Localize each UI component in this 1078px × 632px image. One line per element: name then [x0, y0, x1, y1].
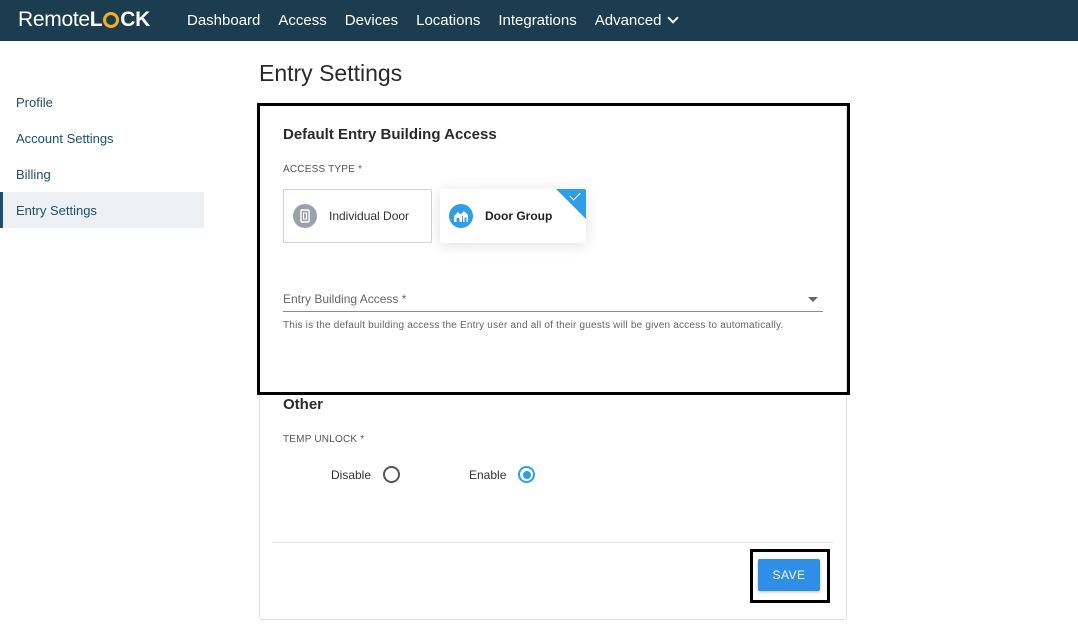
logo-text-remote: Remote	[18, 8, 90, 31]
save-button[interactable]: SAVE	[758, 559, 820, 591]
door-group-label: Door Group	[485, 209, 553, 223]
page-title: Entry Settings	[259, 60, 403, 86]
entry-building-access-select[interactable]: Entry Building Access *	[283, 290, 823, 312]
access-type-label: ACCESS TYPE *	[283, 164, 363, 175]
nav-locations[interactable]: Locations	[416, 12, 480, 29]
top-nav-bar: Remote L CK Dashboard Access Devices Loc…	[0, 0, 1078, 41]
enable-radio[interactable]	[518, 466, 536, 483]
main-nav: Dashboard Access Devices Locations Integ…	[187, 0, 695, 41]
logo-lock-ring-icon	[103, 12, 120, 28]
enable-radio-label: Enable	[469, 467, 507, 482]
door-icon	[293, 204, 317, 228]
temp-unlock-label: TEMP UNLOCK *	[283, 434, 365, 445]
card-footer-divider	[272, 542, 834, 543]
remotelock-logo[interactable]: Remote L CK	[18, 7, 150, 33]
settings-sidebar: Profile Account Settings Billing Entry S…	[0, 84, 204, 228]
radio-selected-dot	[522, 470, 531, 479]
sidebar-item-entry-settings[interactable]: Entry Settings	[0, 192, 204, 228]
nav-advanced-dropdown[interactable]: Advanced	[595, 11, 680, 29]
building-access-highlight-box	[257, 103, 850, 395]
disable-radio[interactable]	[383, 466, 401, 483]
building-access-helper-text: This is the default building access the …	[283, 320, 784, 331]
nav-access[interactable]: Access	[278, 12, 326, 29]
access-type-individual-door[interactable]: Individual Door	[283, 189, 432, 243]
nav-integrations[interactable]: Integrations	[498, 12, 576, 29]
temp-unlock-disable-option[interactable]: Disable	[331, 466, 401, 483]
dropdown-arrow-icon	[808, 297, 818, 302]
temp-unlock-enable-option[interactable]: Enable	[469, 466, 536, 483]
logo-text-lock: L CK	[89, 8, 151, 31]
building-access-title: Default Entry Building Access	[283, 126, 497, 143]
sidebar-item-billing[interactable]: Billing	[0, 156, 204, 192]
individual-door-label: Individual Door	[329, 209, 410, 223]
nav-dashboard[interactable]: Dashboard	[187, 12, 260, 29]
chevron-down-icon	[667, 11, 680, 24]
access-type-door-group[interactable]: Door Group	[440, 189, 586, 243]
sidebar-item-account-settings[interactable]: Account Settings	[0, 120, 204, 156]
disable-radio-label: Disable	[331, 467, 372, 482]
entry-building-access-placeholder: Entry Building Access *	[283, 292, 407, 306]
other-section-title: Other	[283, 396, 324, 413]
door-group-icon	[449, 204, 473, 228]
sidebar-item-profile[interactable]: Profile	[0, 84, 204, 120]
nav-devices[interactable]: Devices	[345, 12, 398, 29]
